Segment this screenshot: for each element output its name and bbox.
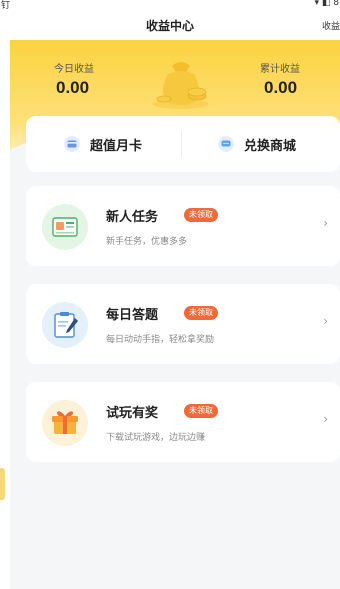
main-content: 今日收益 0.00 累计收益 0.00 超值月卡 兑换商城 新人任务 未领取 新… xyxy=(10,40,340,589)
tab-monthly-card-label: 超值月卡 xyxy=(90,138,143,154)
gift-icon xyxy=(42,400,88,446)
today-earnings-label: 今日收益 xyxy=(54,64,94,75)
task-card-newbie[interactable]: 新人任务 未领取 新手任务，优惠多多 › xyxy=(26,186,340,266)
status-right: ▾ ◧ 8 xyxy=(314,0,339,8)
tab-exchange-mall[interactable]: 兑换商城 xyxy=(218,116,296,172)
task-title-trial-reward: 试玩有奖 xyxy=(106,406,159,421)
total-earnings-label: 累计收益 xyxy=(260,64,300,75)
status-badge-daily-quiz: 未领取 xyxy=(184,306,218,320)
tab-exchange-mall-label: 兑换商城 xyxy=(244,138,297,154)
floating-edge-tab[interactable] xyxy=(0,468,5,500)
total-earnings-value: 0.00 xyxy=(264,78,298,97)
header-right-action[interactable]: 收益 xyxy=(322,19,340,32)
chat-shop-icon xyxy=(218,136,234,152)
left-edge xyxy=(0,40,10,589)
tab-monthly-card[interactable]: 超值月卡 xyxy=(64,116,142,172)
task-card-trial-reward[interactable]: 试玩有奖 未领取 下载试玩游戏，边玩边赚 › xyxy=(26,382,340,462)
status-bar: 钉 ▾ ◧ 8 xyxy=(0,0,340,11)
task-title-daily-quiz: 每日答题 xyxy=(106,308,159,323)
status-badge-trial-reward: 未领取 xyxy=(184,404,218,418)
chevron-right-icon: › xyxy=(323,216,328,230)
page-title: 收益中心 xyxy=(145,19,194,33)
task-card-daily-quiz[interactable]: 每日答题 未领取 每日动动手指，轻松拿奖励 › xyxy=(26,284,340,364)
task-desc-trial-reward: 下载试玩游戏，边玩边赚 xyxy=(106,433,206,443)
chevron-right-icon: › xyxy=(323,314,328,328)
task-desc-newbie: 新手任务，优惠多多 xyxy=(106,237,188,247)
card-icon xyxy=(64,136,80,152)
task-desc-daily-quiz: 每日动动手指，轻松拿奖励 xyxy=(106,335,215,345)
header: 收益中心 收益 xyxy=(0,10,340,40)
status-badge-newbie: 未领取 xyxy=(184,208,218,222)
money-bag-icon xyxy=(153,62,209,109)
shortcut-tabs-card: 超值月卡 兑换商城 xyxy=(26,116,340,172)
task-title-newbie: 新人任务 xyxy=(106,210,159,225)
id-card-icon xyxy=(42,204,88,250)
chevron-right-icon: › xyxy=(323,412,328,426)
today-earnings-value: 0.00 xyxy=(56,78,90,97)
tab-divider xyxy=(181,130,182,158)
clipboard-pen-icon xyxy=(42,302,88,348)
